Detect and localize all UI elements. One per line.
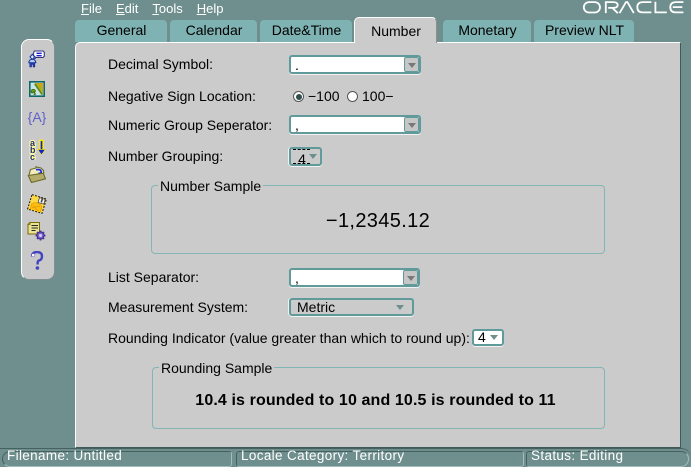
svg-text:c: c [30, 152, 35, 160]
